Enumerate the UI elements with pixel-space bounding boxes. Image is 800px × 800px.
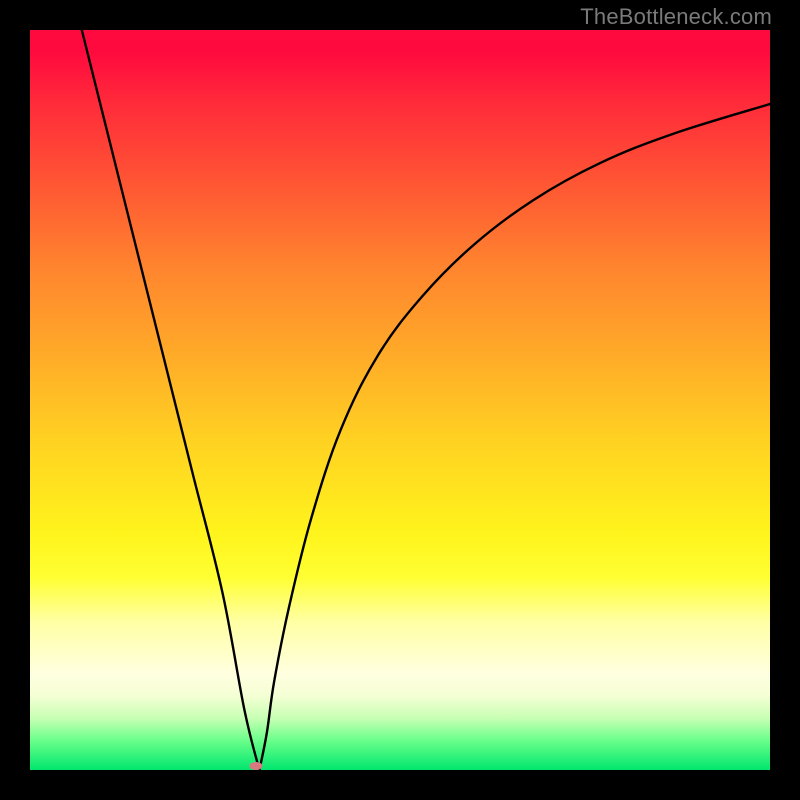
watermark-text: TheBottleneck.com: [580, 4, 772, 30]
chart-frame: TheBottleneck.com: [0, 0, 800, 800]
plot-area: [30, 30, 770, 770]
minimum-marker: [249, 762, 262, 770]
curve-left-branch: [82, 30, 260, 770]
curve-layer: [30, 30, 770, 770]
curve-right-branch: [259, 104, 770, 770]
